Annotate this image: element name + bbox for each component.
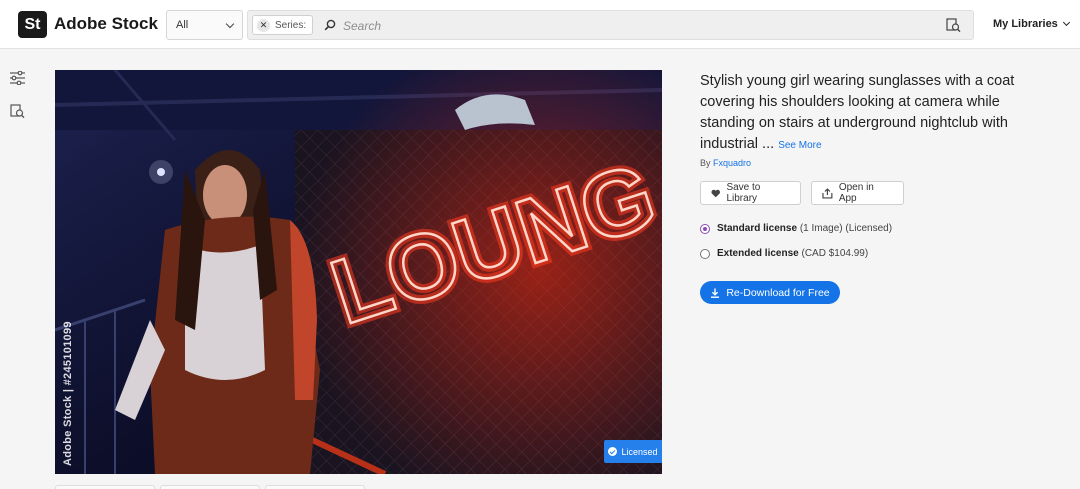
- radio-selected[interactable]: [700, 223, 710, 234]
- standard-license-option[interactable]: Standard license (1 Image) (Licensed): [700, 223, 892, 234]
- extended-license-name: Extended license: [717, 248, 799, 259]
- by-label: By: [700, 158, 711, 168]
- redownload-label: Re-Download for Free: [726, 286, 830, 299]
- visual-search-icon[interactable]: [946, 18, 961, 33]
- search-input[interactable]: [343, 17, 923, 35]
- search-icon: [324, 19, 336, 31]
- filters-icon[interactable]: [10, 71, 25, 85]
- standard-license-name: Standard license: [717, 223, 798, 234]
- my-libraries-menu[interactable]: My Libraries: [993, 18, 1070, 30]
- open-in-app-button[interactable]: Open in App: [811, 181, 904, 205]
- series-chip-label: Series:: [275, 19, 307, 31]
- download-icon: [711, 288, 720, 298]
- my-libraries-label: My Libraries: [993, 18, 1058, 30]
- save-to-library-label: Save to Library: [726, 182, 761, 204]
- extended-license-option[interactable]: Extended license (CAD $104.99): [700, 248, 868, 259]
- chevron-down-icon: [225, 19, 235, 28]
- series-filter-chip[interactable]: ✕ Series:: [252, 15, 314, 35]
- author-line: By Fxquadro: [700, 158, 751, 168]
- adobe-stock-logo[interactable]: St: [18, 11, 47, 38]
- close-icon[interactable]: ✕: [257, 18, 270, 32]
- asset-title-text: Stylish young girl wearing sunglasses wi…: [700, 73, 1015, 152]
- left-rail: [0, 49, 34, 489]
- see-more-link[interactable]: See More: [778, 140, 821, 151]
- visual-search-icon[interactable]: [10, 104, 25, 119]
- share-icon: [822, 187, 833, 199]
- check-circle-icon: [608, 447, 618, 456]
- standard-license-meta: (1 Image) (Licensed): [799, 223, 893, 234]
- licensed-badge-label: Licensed: [621, 446, 658, 457]
- search-bar[interactable]: ✕ Series:: [247, 10, 974, 40]
- thumbnail-tab[interactable]: [160, 485, 260, 489]
- stock-id-watermark: Adobe Stock | #245101099: [62, 321, 74, 466]
- top-bar: St Adobe Stock All ✕ Series: My Librarie…: [0, 0, 1080, 49]
- radio-unselected[interactable]: [700, 248, 710, 259]
- thumbnail-tab[interactable]: [55, 485, 155, 489]
- asset-title: Stylish young girl wearing sunglasses wi…: [700, 71, 1040, 156]
- author-link[interactable]: Fxquadro: [713, 158, 751, 168]
- licensed-badge: Licensed: [604, 440, 662, 463]
- photo-illustration: LOUNG LOUNG: [55, 70, 662, 474]
- save-to-library-button[interactable]: Save to Library: [700, 181, 801, 205]
- category-value: All: [176, 19, 189, 31]
- redownload-button[interactable]: Re-Download for Free: [700, 281, 840, 304]
- heart-icon: [711, 189, 720, 197]
- thumbnail-tab[interactable]: [265, 485, 365, 489]
- logo-text[interactable]: Adobe Stock: [54, 14, 158, 34]
- asset-preview-image[interactable]: LOUNG LOUNG: [55, 70, 662, 474]
- extended-license-meta: (CAD $104.99): [801, 248, 869, 259]
- chevron-down-icon: [1062, 18, 1070, 27]
- open-in-app-label: Open in App: [838, 182, 874, 204]
- category-select[interactable]: All: [166, 10, 243, 40]
- thumbnail-strip: [55, 485, 365, 489]
